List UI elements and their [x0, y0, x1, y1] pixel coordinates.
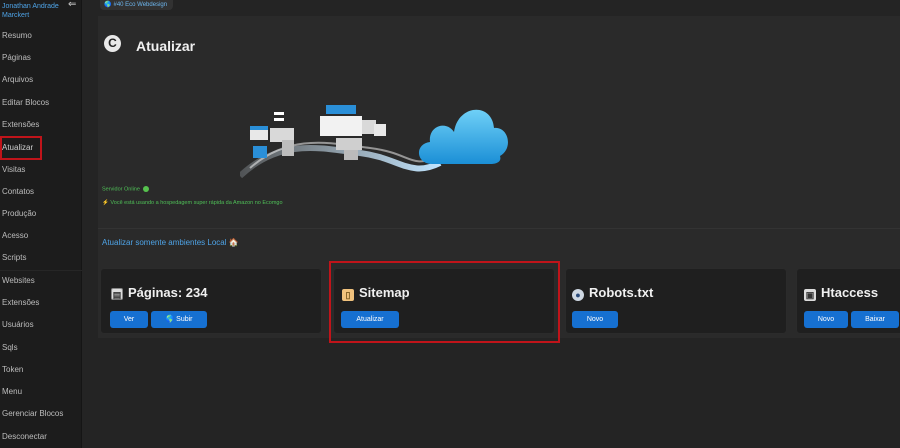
baixar-button[interactable]: Baixar [851, 311, 899, 328]
site-badge[interactable]: 🌎 #40 Eco Webdesign [100, 0, 174, 10]
site-badge-label: #40 Eco Webdesign [113, 2, 168, 8]
card-htaccess: ▣ Htaccess Novo Baixar [796, 268, 900, 334]
card-robots-title: ● Robots.txt [572, 285, 653, 301]
sidebar-item-arquivos[interactable]: Arquivos [0, 70, 82, 90]
sidebar-item-contatos[interactable]: Contatos [0, 182, 82, 202]
sidebar-item-websites[interactable]: Websites [0, 271, 82, 291]
sidebar-item-menu[interactable]: Menu [0, 382, 82, 402]
computer-icon: ▣ [804, 289, 816, 301]
divider [98, 228, 900, 229]
ver-button[interactable]: Ver [110, 311, 148, 328]
sidebar-item-usuarios[interactable]: Usuários [0, 315, 82, 335]
cloud-upload-illustration [240, 105, 508, 179]
sidebar-item-token[interactable]: Token [0, 360, 82, 380]
card-robots: ● Robots.txt Novo [565, 268, 787, 334]
back-arrow-icon[interactable]: ⇐ [68, 0, 76, 10]
local-update-link[interactable]: Atualizar somente ambientes Local 🏠 [102, 238, 239, 247]
sidebar-item-scripts[interactable]: Scripts [0, 248, 82, 268]
subir-button[interactable]: 🌎 Subir [151, 311, 207, 328]
hosting-notice: ⚡ Você está usando a hospedagem super rá… [102, 200, 283, 206]
card-pages: ▤ Páginas: 234 Ver 🌎 Subir [100, 268, 322, 334]
robot-icon: ● [572, 289, 584, 301]
status-dot-icon [143, 186, 150, 192]
card-pages-title: ▤ Páginas: 234 [111, 285, 208, 300]
sidebar-item-extensoes[interactable]: Extensões [0, 115, 82, 135]
refresh-c-icon: C [104, 35, 121, 52]
sidebar-item-atualizar[interactable]: Atualizar [0, 136, 42, 160]
sidebar-item-sqls[interactable]: Sqls [0, 338, 82, 358]
server-status: Servidor Online [102, 186, 150, 192]
globe-icon: 🌎 [104, 2, 112, 8]
page-title: Atualizar [136, 38, 196, 54]
card-htaccess-title: ▣ Htaccess [804, 285, 879, 301]
sidebar: Jonathan Andrade Marckert ⇐ Resumo Págin… [0, 0, 82, 448]
sidebar-item-resumo[interactable]: Resumo [0, 26, 82, 46]
sidebar-item-acesso[interactable]: Acesso [0, 226, 82, 246]
user-name[interactable]: Jonathan Andrade Marckert [2, 2, 66, 20]
pages-icon: ▤ [111, 288, 123, 300]
sidebar-item-paginas[interactable]: Páginas [0, 48, 82, 68]
bolt-icon: ⚡ [102, 200, 109, 206]
sidebar-item-producao[interactable]: Produção [0, 204, 82, 224]
novo-robots-button[interactable]: Novo [572, 311, 618, 328]
sidebar-item-desconectar[interactable]: Desconectar [0, 427, 82, 447]
novo-htaccess-button[interactable]: Novo [804, 311, 848, 328]
sidebar-item-editar-blocos[interactable]: Editar Blocos [0, 93, 82, 113]
sitemap-highlight-box [329, 261, 560, 343]
sidebar-item-visitas[interactable]: Visitas [0, 160, 82, 180]
globe-icon: 🌎 [165, 316, 175, 323]
sidebar-item-gerenciar-blocos[interactable]: Gerenciar Blocos [0, 404, 82, 424]
sidebar-item-extensoes-2[interactable]: Extensões [0, 293, 82, 313]
